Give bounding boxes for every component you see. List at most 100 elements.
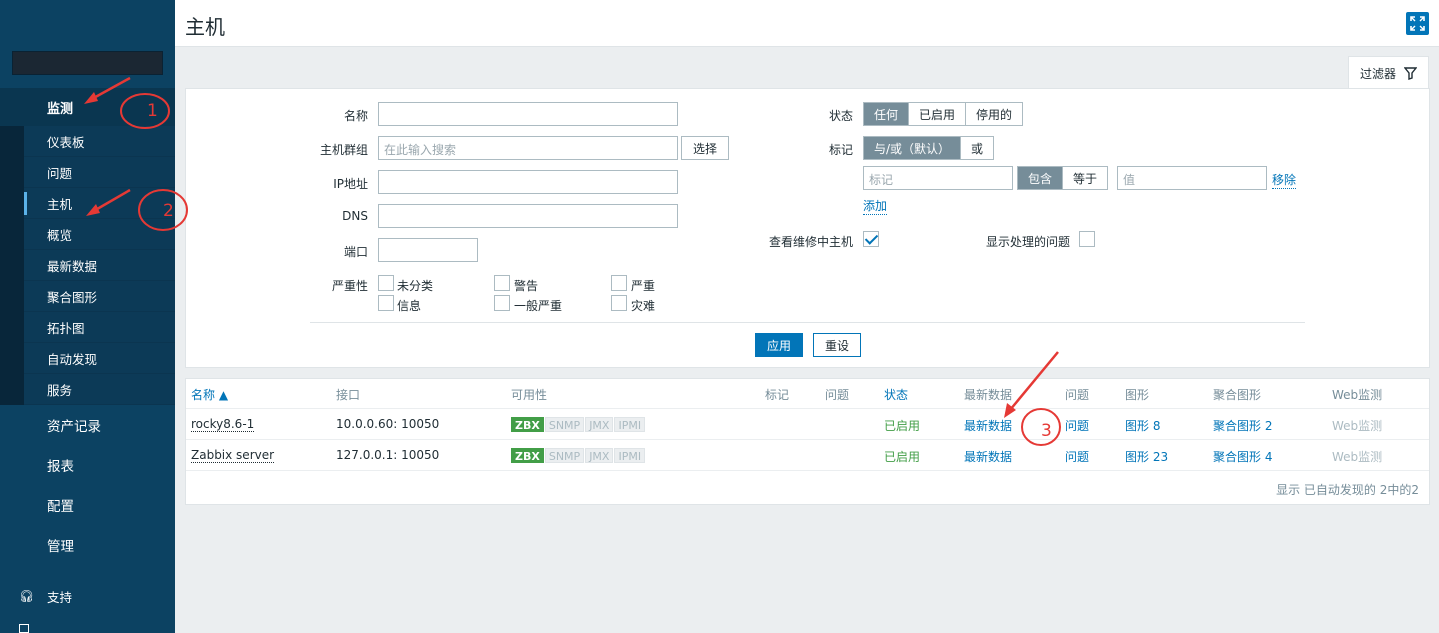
filter-divider <box>310 322 1305 323</box>
headset-icon: 🎧︎ <box>19 589 35 603</box>
tag-remove-link[interactable]: 移除 <box>1272 171 1297 189</box>
fullscreen-button[interactable] <box>1406 12 1429 35</box>
screens-link[interactable]: 聚合图形 4 <box>1213 448 1272 465</box>
host-status[interactable]: 已启用 <box>884 448 920 465</box>
severity-average-checkbox[interactable] <box>494 295 510 311</box>
dns-input[interactable] <box>378 204 678 228</box>
col-problems: 问题 <box>825 388 850 402</box>
col-tags: 标记 <box>765 388 790 402</box>
tags-and-or[interactable]: 与/或（默认） <box>864 137 962 159</box>
severity-info-label: 信息 <box>397 299 422 313</box>
latest-data-link[interactable]: 最新数据 <box>964 417 1012 434</box>
table-row: Zabbix server 127.0.0.1: 10050 ZBX SNMP … <box>186 440 1429 471</box>
maintenance-label: 查看维修中主机 <box>768 235 853 249</box>
col-status[interactable]: 状态 <box>884 386 908 403</box>
sidebar: 监测 仪表板 问题 主机 概览 最新数据 聚合图形 拓扑图 自动发现 服务 资产… <box>0 0 175 633</box>
status-any[interactable]: 任何 <box>864 103 910 125</box>
filter-icon <box>1404 66 1417 80</box>
dns-label: DNS <box>342 209 368 223</box>
ipmi-badge: IPMI <box>614 417 646 432</box>
snmp-badge: SNMP <box>544 448 585 463</box>
sidebar-item-maps[interactable]: 拓扑图 <box>24 312 175 343</box>
sidebar-item-configuration[interactable]: 配置 <box>0 485 175 525</box>
sidebar-search-input[interactable] <box>12 51 163 75</box>
hostgroup-input[interactable]: 在此输入搜索 <box>378 136 678 160</box>
severity-high-checkbox[interactable] <box>611 275 627 291</box>
sidebar-item-monitoring[interactable]: 监测 <box>0 88 175 126</box>
sidebar-item-services[interactable]: 服务 <box>24 374 175 405</box>
hostgroup-select-button[interactable]: 选择 <box>681 136 729 160</box>
sidebar-item-hosts[interactable]: 主机 <box>24 188 175 219</box>
tag-op-contains[interactable]: 包含 <box>1018 167 1064 189</box>
port-input[interactable] <box>378 238 478 262</box>
jmx-badge: JMX <box>585 448 614 463</box>
status-enabled[interactable]: 已启用 <box>909 103 967 125</box>
sidebar-item-discovery[interactable]: 自动发现 <box>24 343 175 374</box>
tag-op-equals[interactable]: 等于 <box>1063 167 1108 189</box>
sidebar-item-inventory[interactable]: 资产记录 <box>0 405 175 445</box>
snmp-badge: SNMP <box>544 417 585 432</box>
severity-not-classified-checkbox[interactable] <box>378 275 394 291</box>
col-screens: 聚合图形 <box>1213 388 1262 402</box>
graphs-link[interactable]: 图形 8 <box>1125 417 1160 434</box>
maintenance-checkbox[interactable] <box>863 231 879 247</box>
table-row: rocky8.6-1 10.0.0.60: 10050 ZBX SNMP JMX… <box>186 409 1429 440</box>
zbx-badge: ZBX <box>511 448 544 463</box>
port-label: 端口 <box>343 245 368 259</box>
share-icon[interactable] <box>19 624 29 633</box>
status-segmented: 任何 已启用 停用的 <box>863 102 1024 126</box>
availability-badges: ZBX SNMP JMX IPMI <box>511 417 646 432</box>
screens-link[interactable]: 聚合图形 2 <box>1213 417 1272 434</box>
severity-disaster-checkbox[interactable] <box>611 295 627 311</box>
severity-warning-label: 警告 <box>514 279 539 293</box>
ip-label: IP地址 <box>333 177 368 191</box>
page-header: 主机 <box>175 0 1439 47</box>
apply-button[interactable]: 应用 <box>755 333 803 357</box>
sidebar-item-problems[interactable]: 问题 <box>24 157 175 188</box>
sidebar-item-dashboard[interactable]: 仪表板 <box>24 126 175 157</box>
severity-info-checkbox[interactable] <box>378 295 394 311</box>
graphs-link[interactable]: 图形 23 <box>1125 448 1168 465</box>
name-input[interactable] <box>378 102 678 126</box>
tags-logic-segmented: 与/或（默认） 或 <box>863 136 995 160</box>
table-header-row: 名称 ▲ 接口 可用性 标记 问题 状态 最新数据 问题 图形 聚合图形 Web… <box>186 379 1429 409</box>
ip-input[interactable] <box>378 170 678 194</box>
sidebar-item-reports[interactable]: 报表 <box>0 445 175 485</box>
tag-value-input[interactable]: 值 <box>1117 166 1267 190</box>
suppressed-checkbox[interactable] <box>1079 231 1095 247</box>
col-latest-data: 最新数据 <box>964 388 1013 402</box>
sidebar-item-administration[interactable]: 管理 <box>0 525 175 565</box>
problems-link[interactable]: 问题 <box>1065 448 1089 465</box>
fullscreen-icon <box>1410 16 1425 31</box>
severity-not-classified-label: 未分类 <box>397 279 434 293</box>
host-interface: 10.0.0.60: 10050 <box>336 417 440 431</box>
sidebar-item-overview[interactable]: 概览 <box>24 219 175 250</box>
filter-tab[interactable]: 过滤器 <box>1348 56 1429 89</box>
sidebar-item-screens[interactable]: 聚合图形 <box>24 281 175 312</box>
severity-high-label: 严重 <box>631 279 656 293</box>
tag-input[interactable]: 标记 <box>863 166 1013 190</box>
severity-disaster-label: 灾难 <box>631 299 656 313</box>
sidebar-item-support[interactable]: 🎧︎ 支持 <box>0 581 175 611</box>
availability-badges: ZBX SNMP JMX IPMI <box>511 448 646 463</box>
hostgroup-label: 主机群组 <box>319 143 368 157</box>
reset-button[interactable]: 重设 <box>813 333 861 357</box>
tags-or[interactable]: 或 <box>961 137 994 159</box>
problems-link[interactable]: 问题 <box>1065 417 1089 434</box>
col-graphs: 图形 <box>1125 388 1150 402</box>
sidebar-item-latest-data[interactable]: 最新数据 <box>24 250 175 281</box>
status-label: 状态 <box>828 109 853 123</box>
suppressed-label: 显示处理的问题 <box>985 235 1070 249</box>
tag-add-link[interactable]: 添加 <box>863 197 888 215</box>
status-disabled[interactable]: 停用的 <box>966 103 1023 125</box>
zbx-badge: ZBX <box>511 417 544 432</box>
jmx-badge: JMX <box>585 417 614 432</box>
host-name[interactable]: Zabbix server <box>191 448 275 463</box>
web-link: Web监测 <box>1332 450 1383 464</box>
hosts-table: 名称 ▲ 接口 可用性 标记 问题 状态 最新数据 问题 图形 聚合图形 Web… <box>185 378 1430 505</box>
latest-data-link[interactable]: 最新数据 <box>964 448 1012 465</box>
host-status[interactable]: 已启用 <box>884 417 920 434</box>
col-name[interactable]: 名称 ▲ <box>191 386 228 403</box>
severity-warning-checkbox[interactable] <box>494 275 510 291</box>
host-name[interactable]: rocky8.6-1 <box>191 417 255 432</box>
